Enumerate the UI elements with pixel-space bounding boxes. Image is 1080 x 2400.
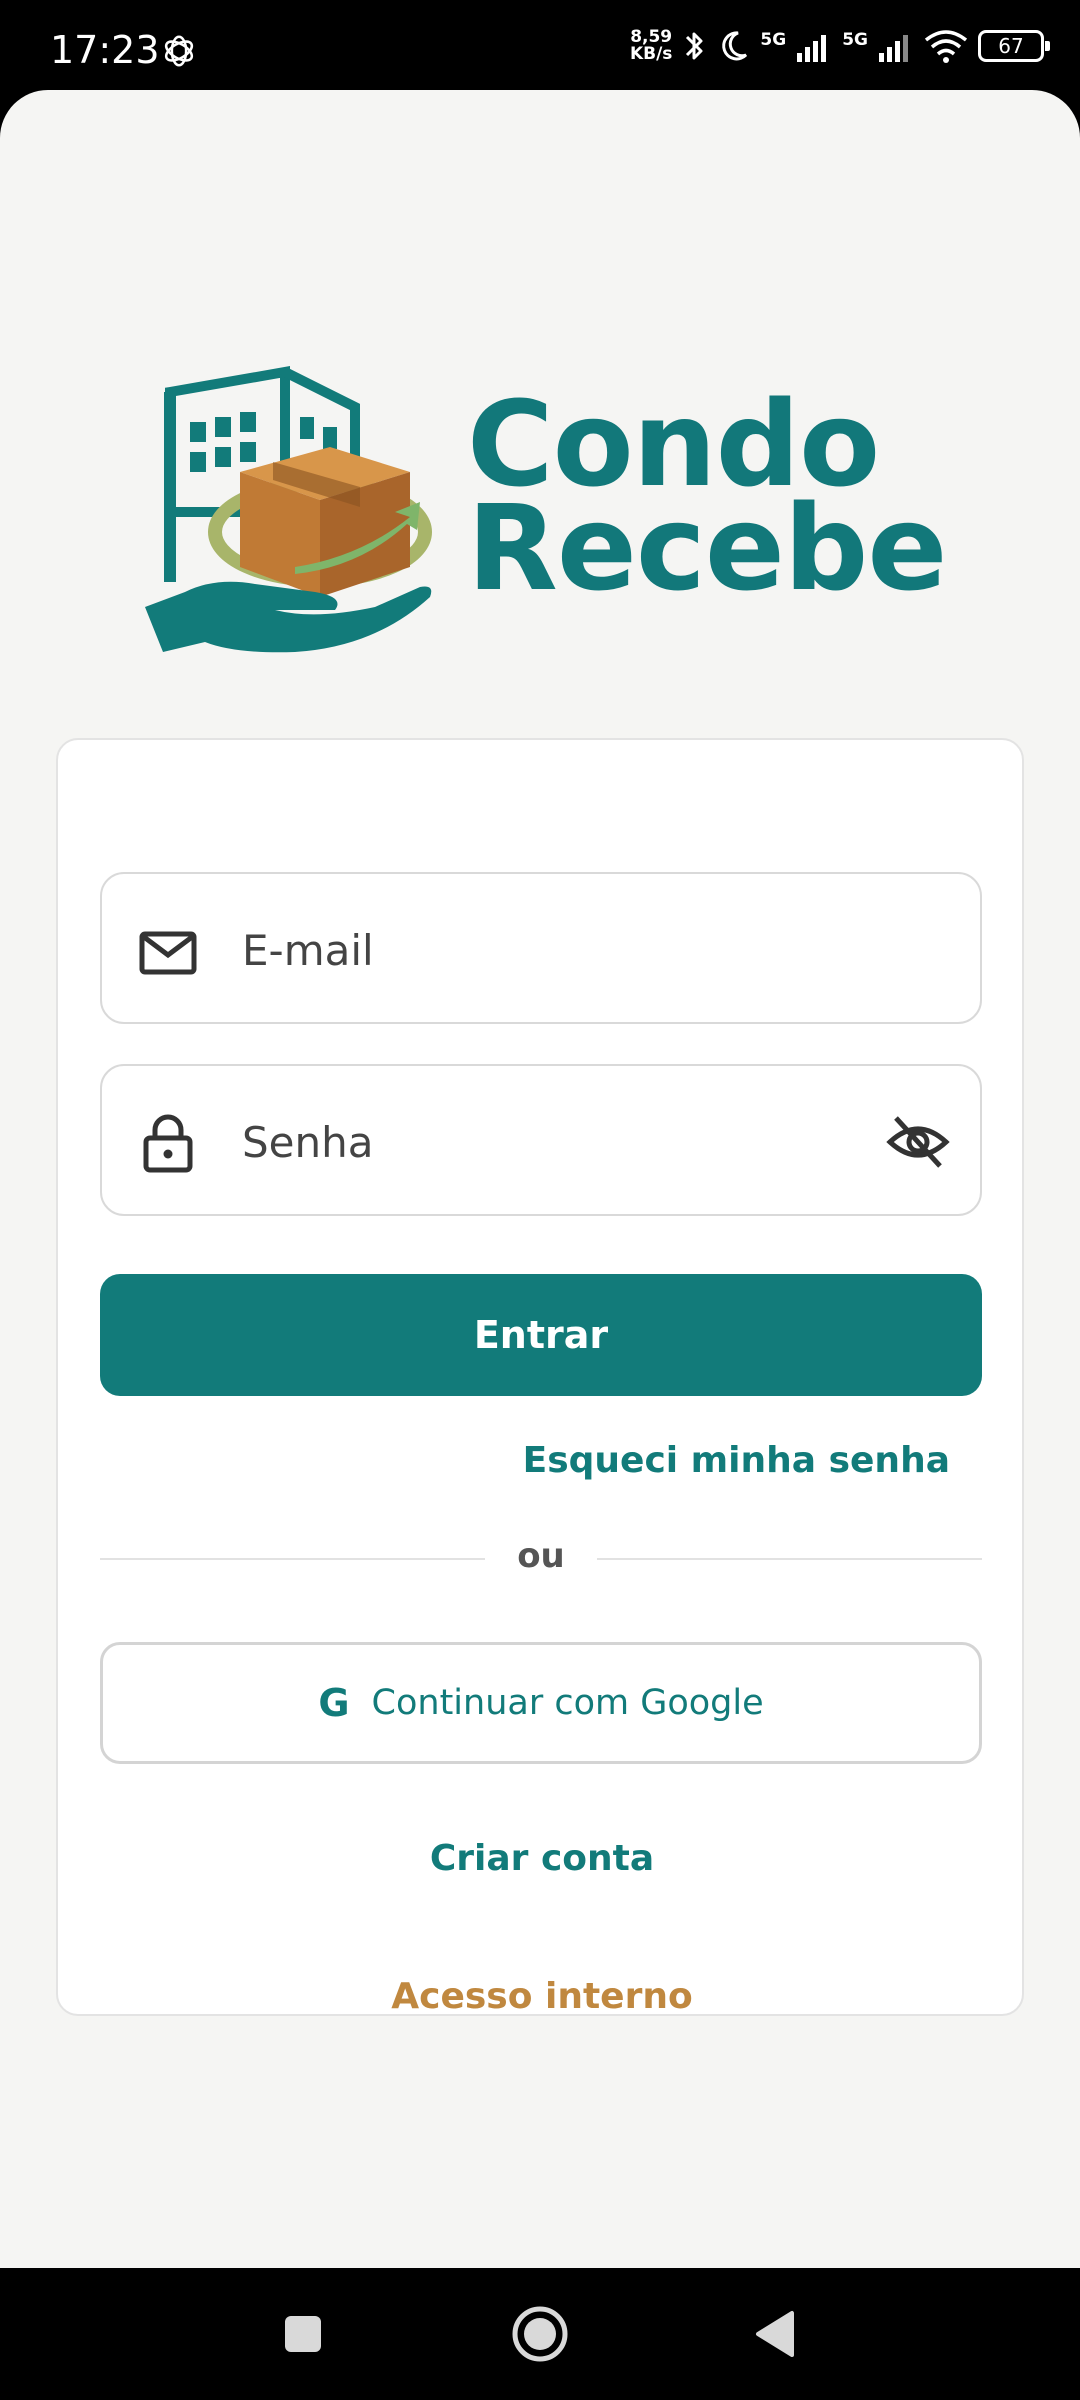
network-speed: 8,59 KB/s xyxy=(629,27,673,64)
status-indicators: 8,59 KB/s 5G 5G 67 xyxy=(629,24,1050,68)
do-not-disturb-moon-icon xyxy=(722,31,748,61)
wifi-icon xyxy=(924,30,968,63)
back-button[interactable] xyxy=(715,2268,835,2400)
forgot-password-link[interactable]: Esqueci minha senha xyxy=(523,1440,950,1481)
signal-strength-icon xyxy=(797,35,827,62)
signal1-label: 5G xyxy=(760,30,787,50)
internal-access-row: Acesso interno xyxy=(58,1976,1026,2017)
email-input[interactable] xyxy=(242,914,842,986)
lock-icon xyxy=(143,1114,193,1173)
google-signin-button[interactable]: G Continuar com Google xyxy=(100,1642,982,1764)
password-input[interactable] xyxy=(242,1106,842,1178)
google-icon: G xyxy=(318,1681,350,1725)
create-account-link[interactable]: Criar conta xyxy=(430,1838,654,1879)
login-button[interactable]: Entrar xyxy=(100,1274,982,1396)
login-card: Entrar Esqueci minha senha ou G Continua… xyxy=(56,738,1026,2017)
divider-text: ou xyxy=(517,1536,565,1576)
email-field xyxy=(100,872,982,1024)
mail-icon xyxy=(139,931,197,975)
condo-recebe-logo: Condo Recebe xyxy=(145,352,947,662)
logo-wordmark: Condo Recebe xyxy=(467,385,947,617)
home-button[interactable] xyxy=(480,2268,600,2400)
google-signin-label: Continuar com Google xyxy=(371,1683,764,1723)
signal2-label: 5G xyxy=(842,30,868,50)
logo-building-package-hand-icon xyxy=(145,366,432,653)
status-time: 17:23 xyxy=(50,28,160,72)
password-field xyxy=(100,1064,982,1216)
eye-off-icon[interactable] xyxy=(886,1114,950,1170)
signal-strength-icon xyxy=(879,35,908,62)
square-icon xyxy=(285,2316,321,2352)
status-bar: 17:23 8,59 KB/s 5G 5G 67 xyxy=(0,0,1080,90)
recents-button[interactable] xyxy=(243,2268,363,2400)
openai-icon xyxy=(164,35,194,67)
battery-indicator: 67 xyxy=(978,30,1050,62)
divider-line xyxy=(597,1558,982,1560)
bluetooth-icon xyxy=(686,32,703,60)
system-navigation-bar xyxy=(0,2268,1080,2400)
triangle-back-icon xyxy=(756,2311,794,2357)
or-divider: ou xyxy=(100,1528,982,1588)
logo-line2: Recebe xyxy=(467,479,947,617)
internal-access-link[interactable]: Acesso interno xyxy=(391,1976,692,2017)
circle-home-icon xyxy=(512,2306,568,2362)
create-account-row: Criar conta xyxy=(58,1838,1026,1879)
login-screen: Condo Recebe Entrar xyxy=(0,90,1080,2268)
